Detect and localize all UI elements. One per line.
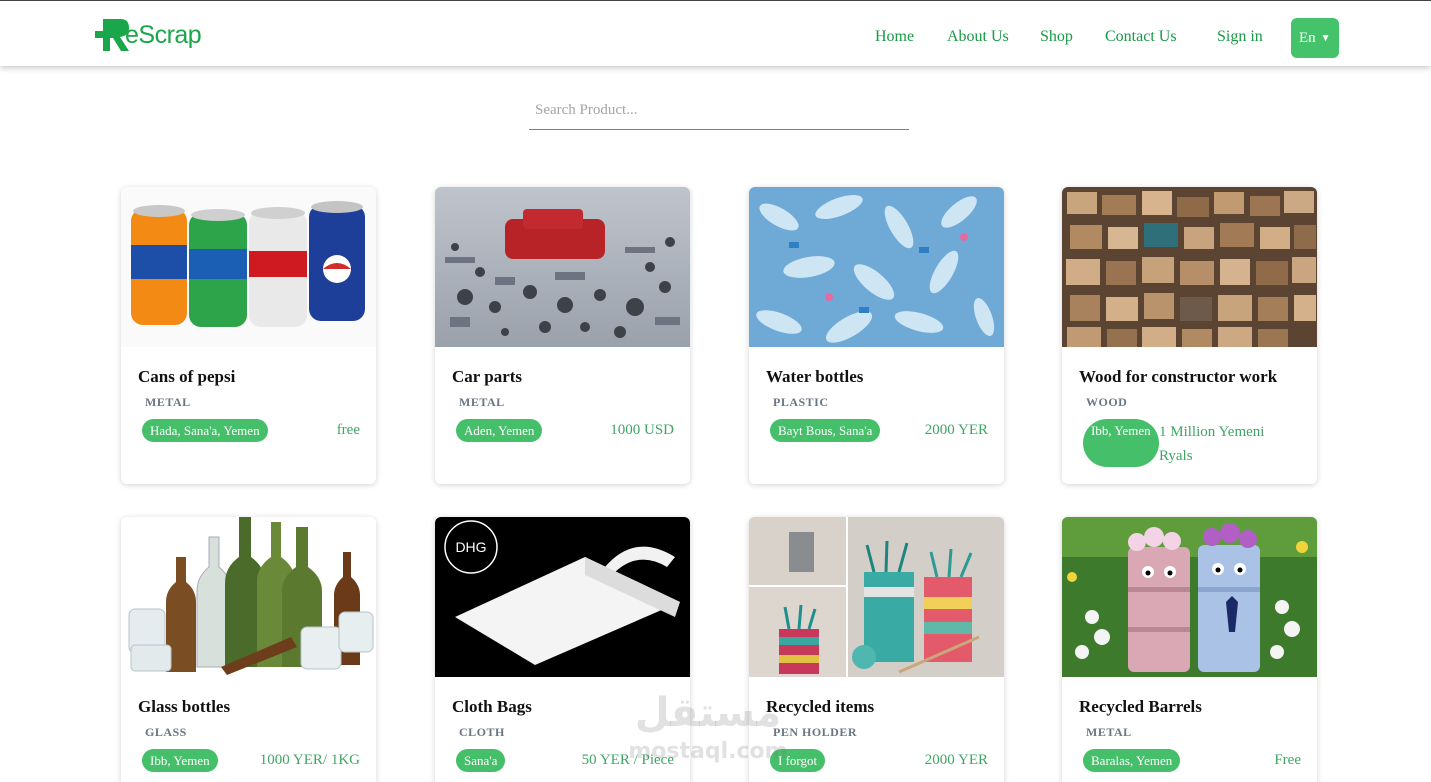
product-title: Cans of pepsi (138, 367, 236, 386)
chevron-down-icon: ▼ (1320, 32, 1331, 44)
product-title: Wood for constructor work (1079, 367, 1278, 386)
logo-text: eScrap (125, 20, 202, 49)
search-input[interactable] (529, 92, 909, 129)
product-card[interactable]: Car parts METAL Aden, Yemen 1000 USD (435, 187, 690, 484)
product-card[interactable]: Cans of pepsi METAL Hada, Sana'a, Yemen … (121, 187, 376, 484)
product-image-glass-bottles (121, 517, 376, 677)
product-title: Glass bottles (138, 697, 231, 716)
product-price: 50 YER / Piece (581, 752, 674, 768)
svg-text:DHG: DHG (455, 539, 486, 555)
nav-signin-link[interactable]: Sign in (1217, 28, 1263, 46)
language-value: En (1299, 29, 1316, 46)
nav-shop-link[interactable]: Shop (1040, 28, 1073, 46)
location-badge: Aden, Yemen (456, 419, 543, 442)
product-title: Car parts (452, 367, 523, 386)
product-category: PLASTIC (773, 395, 829, 409)
rescrap-logo[interactable]: eScrap (95, 15, 202, 55)
product-image-cloth-bags: DHG (435, 517, 690, 677)
language-select[interactable]: En ▼ (1291, 18, 1339, 58)
location-badge: Ibb, Yemen (142, 749, 218, 772)
nav-home-link[interactable]: Home (875, 28, 914, 46)
location-badge: Bayt Bous, Sana'a (770, 419, 881, 442)
product-title: Cloth Bags (452, 697, 532, 716)
product-category: METAL (459, 395, 505, 409)
product-price: 2000 YER (924, 422, 988, 438)
top-navbar: eScrap Home About Us Shop Contact Us Sig… (0, 0, 1431, 66)
product-price: 1000 USD (610, 422, 674, 438)
location-badge: Ibb, Yemen (1083, 419, 1159, 467)
location-badge: Baralas, Yemen (1083, 749, 1181, 772)
product-card[interactable]: Recycled items PEN HOLDER I forgot 2000 … (749, 517, 1004, 782)
product-price: 1000 YER/ 1KG (259, 752, 360, 768)
product-price: 1 Million Yemeni Ryals (1159, 424, 1265, 464)
product-card[interactable]: Wood for constructor work WOOD Ibb, Yeme… (1062, 187, 1317, 484)
product-title: Recycled Barrels (1079, 697, 1202, 716)
product-image-water-bottles (749, 187, 1004, 347)
product-image-cans (121, 187, 376, 347)
product-price: free (336, 422, 360, 438)
nav-contact-link[interactable]: Contact Us (1105, 28, 1177, 46)
product-category: PEN HOLDER (773, 725, 858, 739)
nav-about-link[interactable]: About Us (947, 28, 1009, 46)
search-bar (529, 92, 909, 130)
product-card[interactable]: Water bottles PLASTIC Bayt Bous, Sana'a … (749, 187, 1004, 484)
product-image-barrels (1062, 517, 1317, 677)
product-category: METAL (145, 395, 191, 409)
product-category: METAL (1086, 725, 1132, 739)
product-card[interactable]: Glass bottles GLASS Ibb, Yemen 1000 YER/… (121, 517, 376, 782)
product-category: GLASS (145, 725, 187, 739)
product-title: Water bottles (766, 367, 864, 386)
product-price: Free (1274, 752, 1301, 768)
product-image-car-parts (435, 187, 690, 347)
product-category: WOOD (1086, 395, 1128, 409)
product-title: Recycled items (766, 697, 875, 716)
product-card[interactable]: Recycled Barrels METAL Baralas, Yemen Fr… (1062, 517, 1317, 782)
product-price: 2000 YER (924, 752, 988, 768)
location-badge: Hada, Sana'a, Yemen (142, 419, 268, 442)
product-image-pen-holders (749, 517, 1004, 677)
location-badge: I forgot (770, 749, 826, 772)
product-image-wood (1062, 187, 1317, 347)
product-card[interactable]: DHG Cloth Bags CLOTH Sana'a 50 YER / Pie… (435, 517, 690, 782)
product-category: CLOTH (459, 725, 505, 739)
location-badge: Sana'a (456, 749, 506, 772)
